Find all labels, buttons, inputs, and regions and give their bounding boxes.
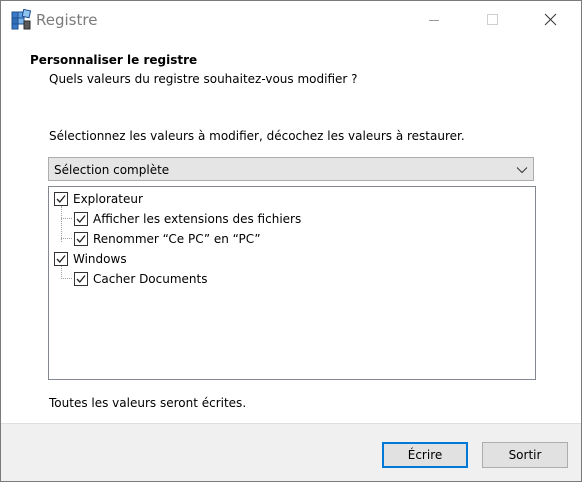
write-button[interactable]: Écrire — [382, 442, 468, 468]
chevron-down-icon — [515, 164, 529, 174]
maximize-button[interactable] — [463, 1, 521, 39]
selection-dropdown[interactable]: Sélection complète — [48, 157, 534, 181]
tree-item[interactable]: Cacher Documents — [49, 269, 535, 289]
page-subtitle: Quels valeurs du registre souhaitez-vous… — [49, 72, 358, 86]
tree-item[interactable]: Renommer “Ce PC” en “PC” — [49, 229, 535, 249]
tree-item-checkbox[interactable] — [54, 252, 68, 266]
close-button[interactable] — [521, 1, 579, 39]
selection-dropdown-value: Sélection complète — [54, 163, 170, 177]
registry-app-icon — [10, 8, 32, 31]
tree-item-checkbox[interactable] — [74, 212, 88, 226]
tree-item[interactable]: Explorateur — [49, 189, 535, 209]
tree-item-checkbox[interactable] — [54, 192, 68, 206]
status-text: Toutes les valeurs seront écrites. — [49, 396, 247, 410]
minimize-button[interactable] — [405, 1, 463, 39]
page-title: Personnaliser le registre — [30, 53, 198, 67]
tree-item-label: Windows — [73, 252, 127, 266]
tree-item-label: Cacher Documents — [93, 272, 208, 286]
instruction-text: Sélectionnez les valeurs à modifier, déc… — [49, 129, 465, 143]
tree-item-checkbox[interactable] — [74, 232, 88, 246]
window-title: Registre — [36, 11, 98, 29]
tree-item-checkbox[interactable] — [74, 272, 88, 286]
tree-item-label: Explorateur — [73, 192, 143, 206]
button-bar: Écrire Sortir — [1, 423, 581, 481]
tree-item-label: Afficher les extensions des fichiers — [93, 212, 302, 226]
title-bar[interactable]: Registre — [1, 1, 581, 39]
tree-item[interactable]: Windows — [49, 249, 535, 269]
exit-button[interactable]: Sortir — [482, 442, 568, 468]
tree-item-label: Renommer “Ce PC” en “PC” — [93, 232, 261, 246]
tree-item[interactable]: Afficher les extensions des fichiers — [49, 209, 535, 229]
registry-tree[interactable]: Explorateur Afficher les extensions des … — [48, 186, 536, 380]
registry-window: Registre Personnaliser le registre Quels… — [0, 0, 582, 482]
